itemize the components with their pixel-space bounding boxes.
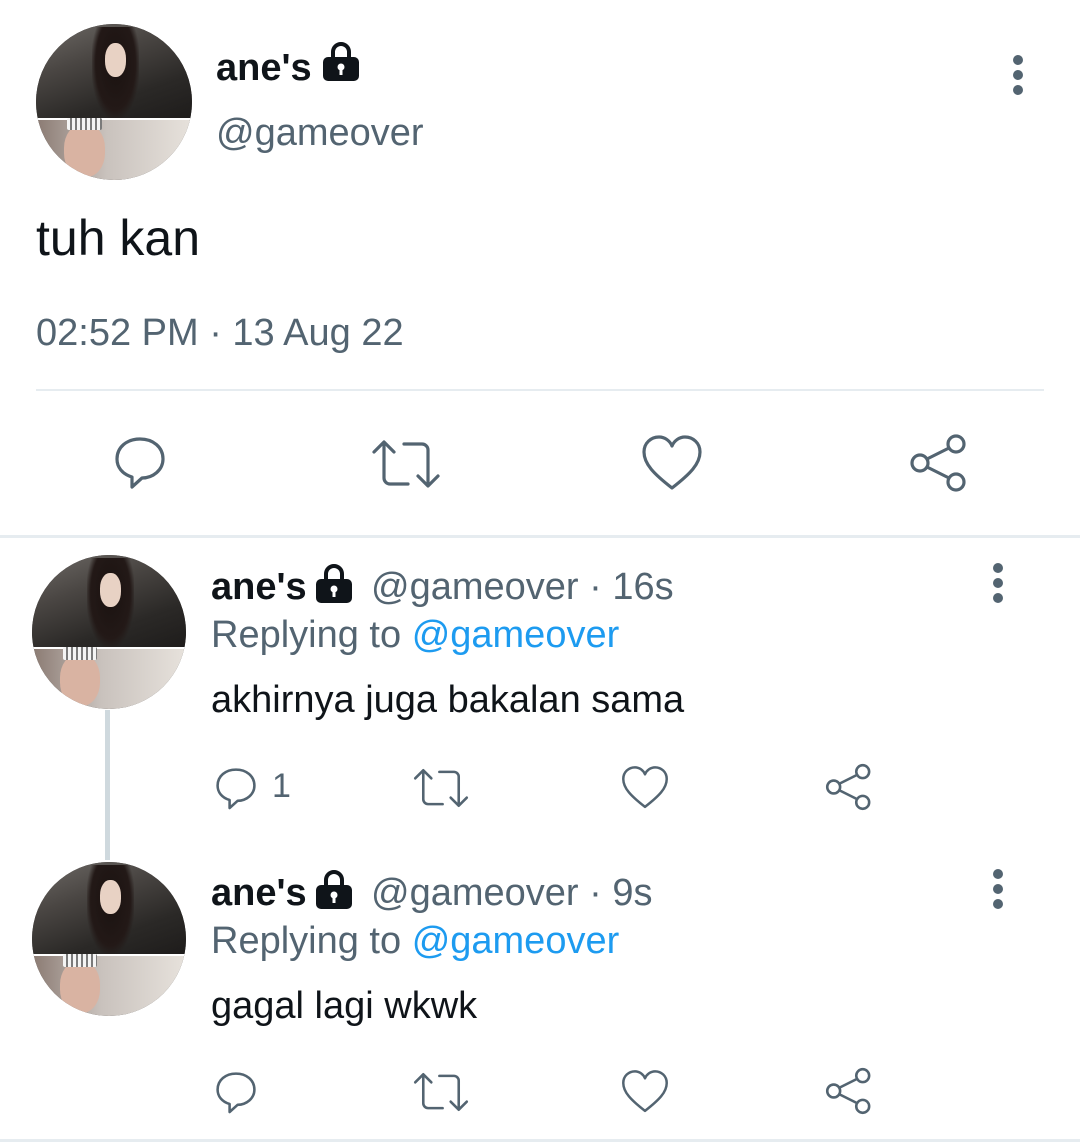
avatar[interactable] xyxy=(32,862,186,1016)
more-vertical-icon[interactable] xyxy=(1004,54,1032,98)
like-icon[interactable] xyxy=(620,765,670,810)
replying-to-label: Replying to xyxy=(211,614,402,656)
display-name[interactable]: ane's xyxy=(211,871,307,915)
reply-icon[interactable] xyxy=(212,1068,260,1116)
lock-icon xyxy=(316,564,352,603)
retweet-icon[interactable] xyxy=(412,1071,470,1113)
thread-line xyxy=(105,710,110,860)
user-handle[interactable]: @gameover xyxy=(216,110,424,156)
share-icon[interactable] xyxy=(824,762,874,812)
reply-icon[interactable] xyxy=(212,764,260,812)
reply-count: 1 xyxy=(272,767,291,805)
more-vertical-icon[interactable] xyxy=(984,868,1012,912)
replying-to-label: Replying to xyxy=(211,920,402,962)
tweet-text: tuh kan xyxy=(36,210,201,266)
like-icon[interactable] xyxy=(620,1069,670,1114)
handle-time[interactable]: @gameover · 16s xyxy=(371,565,674,609)
replying-to: Replying to @gameover xyxy=(211,613,619,657)
share-icon[interactable] xyxy=(824,1066,874,1116)
replying-to: Replying to @gameover xyxy=(211,919,619,963)
reply-text: gagal lagi wkwk xyxy=(211,985,478,1027)
like-icon[interactable] xyxy=(640,434,704,492)
retweet-icon[interactable] xyxy=(412,767,470,809)
divider xyxy=(36,389,1044,391)
tweet-timestamp[interactable]: 02:52 PM · 13 Aug 22 xyxy=(36,310,404,356)
lock-icon xyxy=(316,870,352,909)
display-name[interactable]: ane's xyxy=(211,565,307,609)
avatar[interactable] xyxy=(36,24,192,180)
display-name[interactable]: ane's xyxy=(216,46,312,90)
more-vertical-icon[interactable] xyxy=(984,562,1012,606)
reply-text: akhirnya juga bakalan sama xyxy=(211,679,685,721)
retweet-icon[interactable] xyxy=(370,438,442,490)
bottom-divider xyxy=(0,1139,1080,1142)
replying-to-handle[interactable]: @gameover xyxy=(412,920,620,962)
handle-time[interactable]: @gameover · 9s xyxy=(371,871,652,915)
replying-to-handle[interactable]: @gameover xyxy=(412,614,620,656)
lock-icon xyxy=(323,42,359,81)
reply-icon[interactable] xyxy=(110,432,170,492)
share-icon[interactable] xyxy=(908,432,970,494)
section-divider xyxy=(0,535,1080,538)
avatar[interactable] xyxy=(32,555,186,709)
